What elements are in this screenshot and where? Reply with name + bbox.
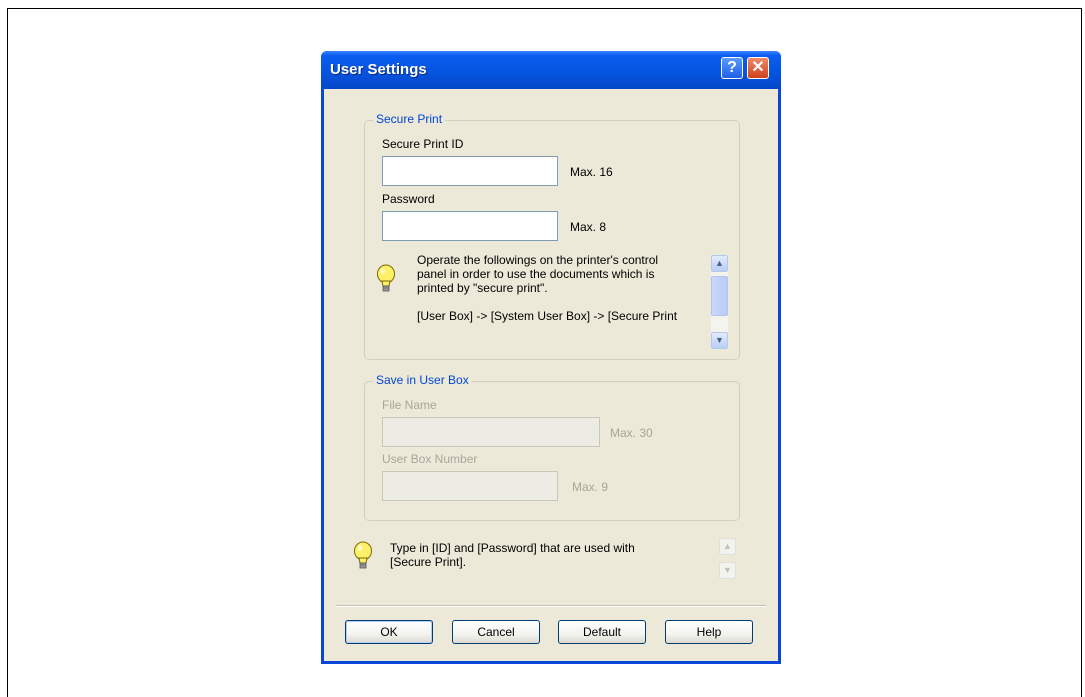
hint-lightbulb-icon (354, 541, 372, 569)
dialog-title: User Settings (330, 61, 427, 78)
secure-print-id-label: Secure Print ID (382, 137, 464, 151)
help-button[interactable]: Help (665, 620, 753, 644)
file-name-max: Max. 30 (610, 426, 653, 440)
info-scrollbar[interactable]: ▲ ▼ (711, 255, 728, 349)
user-settings-dialog: User Settings ? ✕ Secure Print Secure Pr… (321, 51, 781, 664)
secure-print-info-text: Operate the followings on the printer's … (417, 253, 678, 323)
user-box-number-max: Max. 9 (572, 480, 609, 494)
title-bar[interactable]: User Settings ? ✕ (321, 51, 781, 89)
file-name-input[interactable] (382, 417, 600, 447)
hint-text: Type in [ID] and [Password] that are use… (390, 541, 635, 569)
save-in-user-box-group: Save in User Box File Name Max. 30 User … (364, 373, 740, 521)
scroll-up-arrow-icon[interactable]: ▲ (711, 255, 728, 272)
hint-scroll-up-icon: ▲ (719, 538, 736, 555)
hint-scroll-down-icon: ▼ (719, 562, 736, 579)
lightbulb-icon (377, 264, 395, 292)
scroll-thumb[interactable] (711, 276, 728, 316)
secure-print-group: Secure Print Secure Print ID Max. 16 Pas… (364, 112, 740, 360)
secure-print-group-title: Secure Print (373, 112, 446, 126)
default-button[interactable]: Default (558, 620, 646, 644)
scroll-down-arrow-icon[interactable]: ▼ (711, 332, 728, 349)
ok-button[interactable]: OK (345, 620, 433, 644)
button-separator (336, 605, 766, 607)
close-button[interactable]: ✕ (747, 57, 769, 79)
question-icon: ? (727, 59, 737, 76)
password-input[interactable] (382, 211, 558, 241)
user-box-number-input[interactable] (382, 471, 558, 501)
cancel-button[interactable]: Cancel (452, 620, 540, 644)
save-in-user-box-group-title: Save in User Box (373, 373, 472, 387)
dialog-client-area: Secure Print Secure Print ID Max. 16 Pas… (324, 89, 778, 661)
help-title-button[interactable]: ? (721, 57, 743, 79)
close-icon: ✕ (751, 59, 765, 76)
secure-print-id-input[interactable] (382, 156, 558, 186)
password-label: Password (382, 192, 435, 206)
user-box-number-label: User Box Number (382, 452, 478, 466)
password-max: Max. 8 (570, 220, 607, 234)
hint-scrollbar: ▲ ▼ (719, 538, 736, 582)
secure-print-id-max: Max. 16 (570, 165, 613, 179)
file-name-label: File Name (382, 398, 437, 412)
